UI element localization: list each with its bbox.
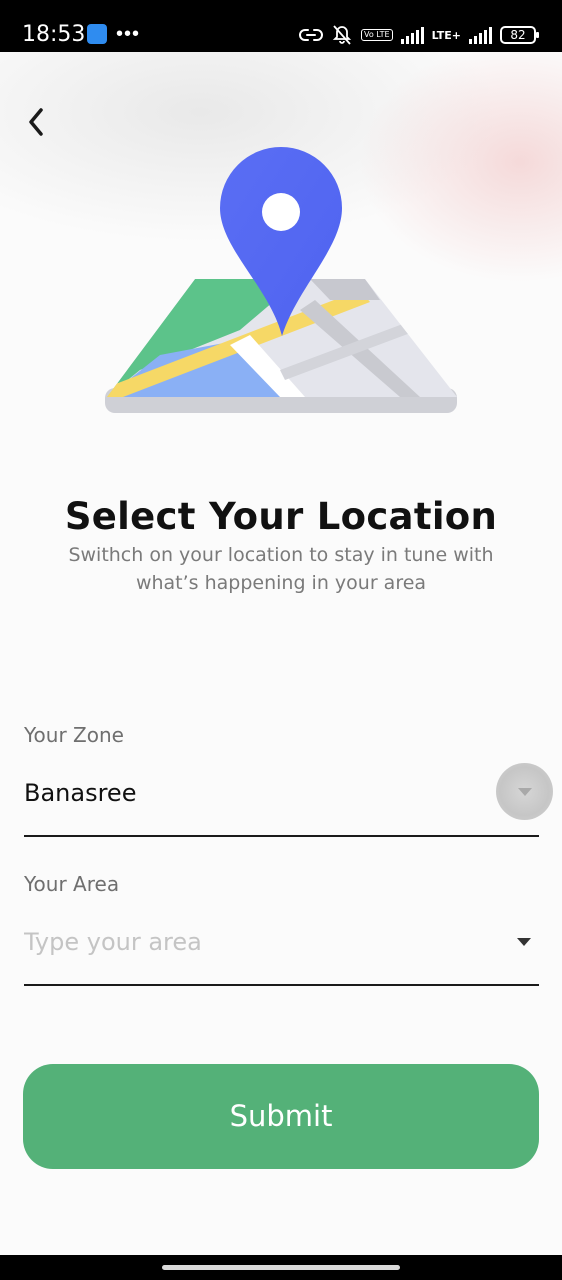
area-label: Your Area xyxy=(24,872,120,896)
page-subtitle: Swithch on your location to stay in tune… xyxy=(68,544,494,594)
caret-down-icon xyxy=(517,787,532,796)
navigation-bar xyxy=(0,1255,562,1280)
status-icons: Vo LTE LTE+ 82 xyxy=(299,22,539,48)
signal-1-icon xyxy=(400,26,424,44)
zone-select[interactable]: Banasree xyxy=(24,776,484,810)
area-underline xyxy=(24,984,539,986)
page-title: Select Your Location xyxy=(64,495,498,538)
submit-button[interactable]: Submit xyxy=(23,1064,539,1169)
status-bar: 18:53 ••• Vo LTE LTE+ 82 xyxy=(0,0,562,52)
volte-icon: Vo LTE xyxy=(360,29,393,41)
battery-icon: 82 xyxy=(500,26,539,44)
zone-dropdown-button[interactable] xyxy=(496,763,553,820)
lte-label: LTE+ xyxy=(431,28,461,42)
status-time: 18:53 xyxy=(22,22,86,47)
screen: 18:53 ••• Vo LTE LTE+ 82 Select Your Loc… xyxy=(0,0,562,1280)
area-dropdown-button[interactable] xyxy=(512,932,536,952)
back-button[interactable] xyxy=(18,100,54,144)
link-icon xyxy=(299,29,323,41)
app-notification-icon xyxy=(87,24,107,44)
chevron-left-icon xyxy=(29,108,43,136)
area-input[interactable] xyxy=(24,925,484,959)
more-notifications-icon: ••• xyxy=(116,23,141,45)
zone-underline xyxy=(24,835,539,837)
signal-2-icon xyxy=(469,26,492,44)
zone-label: Your Zone xyxy=(24,723,124,747)
map-location-illustration xyxy=(105,147,457,413)
home-indicator[interactable] xyxy=(162,1265,400,1270)
silent-bell-icon xyxy=(332,25,352,45)
caret-down-icon xyxy=(517,938,531,946)
